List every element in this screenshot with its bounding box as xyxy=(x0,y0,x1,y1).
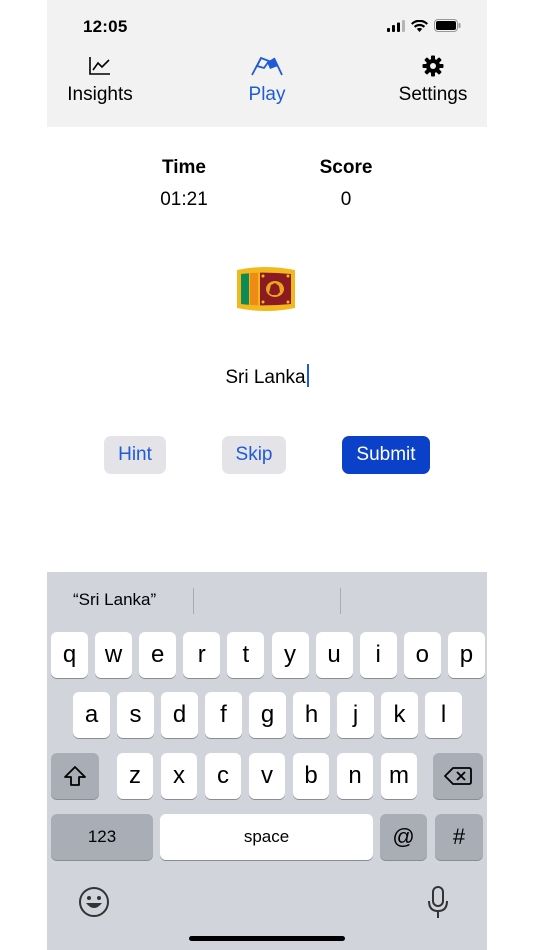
signal-icon xyxy=(387,19,405,32)
key-r[interactable]: r xyxy=(183,632,221,678)
key-l[interactable]: l xyxy=(425,692,462,738)
key-b[interactable]: b xyxy=(293,753,329,799)
backspace-icon xyxy=(444,767,472,785)
hint-button[interactable]: Hint xyxy=(104,436,166,474)
time-value: 01:21 xyxy=(160,189,208,210)
battery-icon xyxy=(434,19,461,32)
score-stat: Score 0 xyxy=(291,157,401,211)
key-g[interactable]: g xyxy=(249,692,286,738)
tab-settings-label: Settings xyxy=(398,84,468,105)
key-h[interactable]: h xyxy=(293,692,330,738)
submit-button[interactable]: Submit xyxy=(342,436,430,474)
key-e[interactable]: e xyxy=(139,632,177,678)
key-j[interactable]: j xyxy=(337,692,374,738)
emoji-icon xyxy=(79,887,109,917)
score-label: Score xyxy=(319,157,373,178)
key-a[interactable]: a xyxy=(73,692,110,738)
key-k[interactable]: k xyxy=(381,692,418,738)
key-d[interactable]: d xyxy=(161,692,198,738)
autocorrect-suggestion[interactable]: “Sri Lanka” xyxy=(73,590,156,610)
chart-line-icon xyxy=(89,57,110,75)
key-m[interactable]: m xyxy=(381,753,417,799)
at-key[interactable]: @ xyxy=(380,814,427,860)
wifi-icon xyxy=(411,19,428,32)
key-v[interactable]: v xyxy=(249,753,285,799)
space-key[interactable]: space xyxy=(160,814,373,860)
key-q[interactable]: q xyxy=(51,632,88,678)
tab-play[interactable]: Play xyxy=(237,52,297,106)
top-bar: 12:05 Insights Play Settings xyxy=(47,0,487,127)
score-value: 0 xyxy=(340,189,352,210)
key-s[interactable]: s xyxy=(117,692,154,738)
key-t[interactable]: t xyxy=(227,632,265,678)
status-time: 12:05 xyxy=(83,17,128,36)
emoji-button[interactable] xyxy=(78,886,110,923)
key-o[interactable]: o xyxy=(403,632,441,678)
sri-lanka-flag-icon xyxy=(237,267,295,311)
key-i[interactable]: i xyxy=(359,632,397,678)
key-f[interactable]: f xyxy=(205,692,242,738)
tab-insights[interactable]: Insights xyxy=(65,52,135,106)
key-x[interactable]: x xyxy=(161,753,197,799)
suggestion-divider xyxy=(340,588,341,614)
time-stat: Time 01:21 xyxy=(129,157,239,211)
dictation-button[interactable] xyxy=(427,886,449,925)
flags-icon xyxy=(251,56,283,76)
text-caret xyxy=(306,364,309,387)
delete-key[interactable] xyxy=(433,753,483,799)
tab-play-label: Play xyxy=(248,84,286,105)
status-icons xyxy=(387,19,461,32)
skip-button[interactable]: Skip xyxy=(222,436,286,474)
answer-text: Sri Lanka xyxy=(225,367,306,388)
shift-key[interactable] xyxy=(51,753,99,799)
microphone-icon xyxy=(428,886,448,918)
suggestion-divider xyxy=(193,588,194,614)
key-n[interactable]: n xyxy=(337,753,373,799)
keyboard: “Sri Lanka” qwertyuiop asdfghjkl zxcvbnm… xyxy=(47,572,487,950)
shift-icon xyxy=(64,766,86,786)
key-w[interactable]: w xyxy=(95,632,133,678)
key-p[interactable]: p xyxy=(447,632,485,678)
hash-key[interactable]: # xyxy=(435,814,483,860)
home-indicator xyxy=(189,936,345,941)
key-y[interactable]: y xyxy=(271,632,309,678)
key-u[interactable]: u xyxy=(315,632,353,678)
key-z[interactable]: z xyxy=(117,753,153,799)
key-c[interactable]: c xyxy=(205,753,241,799)
numbers-key[interactable]: 123 xyxy=(51,814,153,860)
time-label: Time xyxy=(161,157,206,178)
answer-input[interactable]: Sri Lanka xyxy=(47,364,487,389)
app-screen: 12:05 Insights Play Settings Time 01:21 … xyxy=(47,0,487,950)
tab-insights-label: Insights xyxy=(67,84,133,105)
gear-icon xyxy=(422,55,444,77)
tab-settings[interactable]: Settings xyxy=(395,52,471,106)
